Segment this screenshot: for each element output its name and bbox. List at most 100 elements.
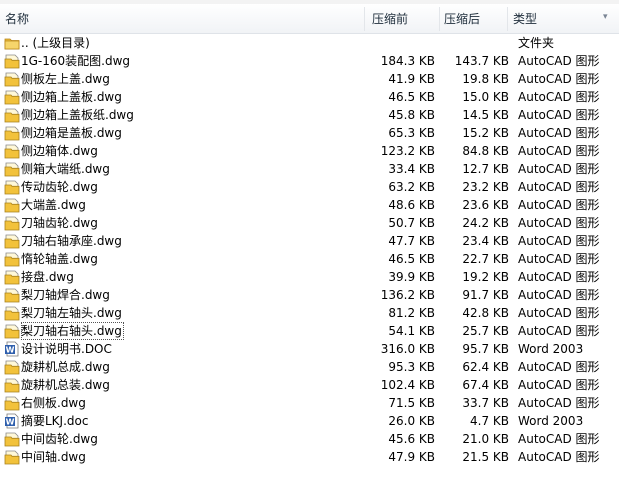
file-type: AutoCAD 图形 bbox=[518, 324, 600, 338]
list-item[interactable]: 传动齿轮.dwg 63.2 KB 23.2 KB AutoCAD 图形 bbox=[0, 178, 619, 196]
file-type: AutoCAD 图形 bbox=[518, 126, 600, 140]
dwg-file-icon bbox=[4, 108, 20, 123]
list-item[interactable]: W 设计说明书.DOC 316.0 KB 95.7 KB Word 2003 bbox=[0, 340, 619, 358]
list-item[interactable]: 中间齿轮.dwg 45.6 KB 21.0 KB AutoCAD 图形 bbox=[0, 430, 619, 448]
chevron-down-icon[interactable]: ▾ bbox=[603, 13, 611, 22]
dwg-file-icon bbox=[4, 126, 20, 141]
file-type: AutoCAD 图形 bbox=[518, 216, 600, 230]
file-name: 惰轮轴盖.dwg bbox=[21, 252, 98, 266]
list-item[interactable]: 侧边箱体.dwg 123.2 KB 84.8 KB AutoCAD 图形 bbox=[0, 142, 619, 160]
list-item[interactable]: 惰轮轴盖.dwg 46.5 KB 22.7 KB AutoCAD 图形 bbox=[0, 250, 619, 268]
file-type: AutoCAD 图形 bbox=[518, 270, 600, 284]
list-item[interactable]: 侧板左上盖.dwg 41.9 KB 19.8 KB AutoCAD 图形 bbox=[0, 70, 619, 88]
compressed-size: 95.3 KB bbox=[388, 360, 435, 374]
file-name: 侧边箱是盖板.dwg bbox=[21, 126, 122, 140]
dwg-file-icon bbox=[4, 324, 20, 339]
dwg-file-icon bbox=[4, 432, 20, 447]
list-item[interactable]: 接盘.dwg 39.9 KB 19.2 KB AutoCAD 图形 bbox=[0, 268, 619, 286]
file-type: AutoCAD 图形 bbox=[518, 144, 600, 158]
list-item[interactable]: 侧边箱上盖板.dwg 46.5 KB 15.0 KB AutoCAD 图形 bbox=[0, 88, 619, 106]
column-divider[interactable] bbox=[364, 7, 365, 31]
uncompressed-size: 23.4 KB bbox=[462, 234, 509, 248]
compressed-size: 41.9 KB bbox=[388, 72, 435, 86]
file-type: AutoCAD 图形 bbox=[518, 450, 600, 464]
list-item-parent-folder[interactable]: .. (上级目录) 文件夹 bbox=[0, 34, 619, 52]
file-type: AutoCAD 图形 bbox=[518, 234, 600, 248]
dwg-file-icon bbox=[4, 198, 20, 213]
file-name: 摘要LKJ.doc bbox=[21, 414, 89, 428]
column-name[interactable]: 名称 bbox=[5, 4, 29, 33]
file-type: AutoCAD 图形 bbox=[518, 378, 600, 392]
list-item[interactable]: 右侧板.dwg 71.5 KB 33.7 KB AutoCAD 图形 bbox=[0, 394, 619, 412]
uncompressed-size: 143.7 KB bbox=[454, 54, 509, 68]
uncompressed-size: 4.7 KB bbox=[470, 414, 509, 428]
svg-text:W: W bbox=[6, 346, 15, 355]
column-uncompressed[interactable]: 压缩后 bbox=[444, 4, 480, 33]
file-name: 侧边箱上盖板纸.dwg bbox=[21, 108, 134, 122]
file-type: AutoCAD 图形 bbox=[518, 360, 600, 374]
file-type: Word 2003 bbox=[518, 414, 584, 428]
column-divider[interactable] bbox=[439, 7, 440, 31]
compressed-size: 45.8 KB bbox=[388, 108, 435, 122]
file-type: AutoCAD 图形 bbox=[518, 72, 600, 86]
file-name: 中间齿轮.dwg bbox=[21, 432, 98, 446]
file-name: 梨刀轴右轴头.dwg bbox=[21, 322, 124, 340]
list-item[interactable]: W 摘要LKJ.doc 26.0 KB 4.7 KB Word 2003 bbox=[0, 412, 619, 430]
file-type: AutoCAD 图形 bbox=[518, 306, 600, 320]
uncompressed-size: 14.5 KB bbox=[462, 108, 509, 122]
dwg-file-icon bbox=[4, 162, 20, 177]
column-type-label: 类型 bbox=[513, 12, 538, 26]
compressed-size: 46.5 KB bbox=[388, 90, 435, 104]
file-type: AutoCAD 图形 bbox=[518, 198, 600, 212]
file-name: 传动齿轮.dwg bbox=[21, 180, 98, 194]
uncompressed-size: 42.8 KB bbox=[462, 306, 509, 320]
dwg-file-icon bbox=[4, 270, 20, 285]
file-type: 文件夹 bbox=[518, 36, 555, 50]
list-item[interactable]: 梨刀轴左轴头.dwg 81.2 KB 42.8 KB AutoCAD 图形 bbox=[0, 304, 619, 322]
compressed-size: 65.3 KB bbox=[388, 126, 435, 140]
compressed-size: 47.7 KB bbox=[388, 234, 435, 248]
list-item[interactable]: 大端盖.dwg 48.6 KB 23.6 KB AutoCAD 图形 bbox=[0, 196, 619, 214]
file-type: AutoCAD 图形 bbox=[518, 108, 600, 122]
svg-text:W: W bbox=[6, 418, 15, 427]
file-name: 大端盖.dwg bbox=[21, 198, 86, 212]
dwg-file-icon bbox=[4, 54, 20, 69]
compressed-size: 81.2 KB bbox=[388, 306, 435, 320]
list-item[interactable]: 梨刀轴右轴头.dwg 54.1 KB 25.7 KB AutoCAD 图形 bbox=[0, 322, 619, 340]
column-type[interactable]: 类型 ▾ bbox=[513, 4, 617, 33]
uncompressed-size: 15.0 KB bbox=[462, 90, 509, 104]
list-item[interactable]: 侧边箱是盖板.dwg 65.3 KB 15.2 KB AutoCAD 图形 bbox=[0, 124, 619, 142]
uncompressed-size: 33.7 KB bbox=[462, 396, 509, 410]
file-name: 接盘.dwg bbox=[21, 270, 74, 284]
list-item[interactable]: 旋耕机总装.dwg 102.4 KB 67.4 KB AutoCAD 图形 bbox=[0, 376, 619, 394]
list-item[interactable]: 刀轴右轴承座.dwg 47.7 KB 23.4 KB AutoCAD 图形 bbox=[0, 232, 619, 250]
list-item[interactable]: 中间轴.dwg 47.9 KB 21.5 KB AutoCAD 图形 bbox=[0, 448, 619, 466]
list-item[interactable]: 旋耕机总成.dwg 95.3 KB 62.4 KB AutoCAD 图形 bbox=[0, 358, 619, 376]
compressed-size: 26.0 KB bbox=[388, 414, 435, 428]
dwg-file-icon bbox=[4, 72, 20, 87]
dwg-file-icon bbox=[4, 396, 20, 411]
file-type: Word 2003 bbox=[518, 342, 584, 356]
file-name: 旋耕机总装.dwg bbox=[21, 378, 110, 392]
list-item[interactable]: 刀轴齿轮.dwg 50.7 KB 24.2 KB AutoCAD 图形 bbox=[0, 214, 619, 232]
compressed-size: 48.6 KB bbox=[388, 198, 435, 212]
uncompressed-size: 67.4 KB bbox=[462, 378, 509, 392]
list-item[interactable]: 梨刀轴焊合.dwg 136.2 KB 91.7 KB AutoCAD 图形 bbox=[0, 286, 619, 304]
list-item[interactable]: 侧箱大端纸.dwg 33.4 KB 12.7 KB AutoCAD 图形 bbox=[0, 160, 619, 178]
file-type: AutoCAD 图形 bbox=[518, 90, 600, 104]
list-item[interactable]: 侧边箱上盖板纸.dwg 45.8 KB 14.5 KB AutoCAD 图形 bbox=[0, 106, 619, 124]
file-name: 侧箱大端纸.dwg bbox=[21, 162, 110, 176]
compressed-size: 136.2 KB bbox=[380, 288, 435, 302]
dwg-file-icon bbox=[4, 144, 20, 159]
compressed-size: 47.9 KB bbox=[388, 450, 435, 464]
dwg-file-icon bbox=[4, 360, 20, 375]
file-name: 侧板左上盖.dwg bbox=[21, 72, 110, 86]
uncompressed-size: 19.8 KB bbox=[462, 72, 509, 86]
compressed-size: 45.6 KB bbox=[388, 432, 435, 446]
column-divider[interactable] bbox=[507, 7, 508, 31]
file-name: 旋耕机总成.dwg bbox=[21, 360, 110, 374]
uncompressed-size: 25.7 KB bbox=[462, 324, 509, 338]
list-item[interactable]: 1G-160装配图.dwg 184.3 KB 143.7 KB AutoCAD 图形 bbox=[0, 52, 619, 70]
column-compressed[interactable]: 压缩前 bbox=[372, 4, 408, 33]
dwg-file-icon bbox=[4, 378, 20, 393]
